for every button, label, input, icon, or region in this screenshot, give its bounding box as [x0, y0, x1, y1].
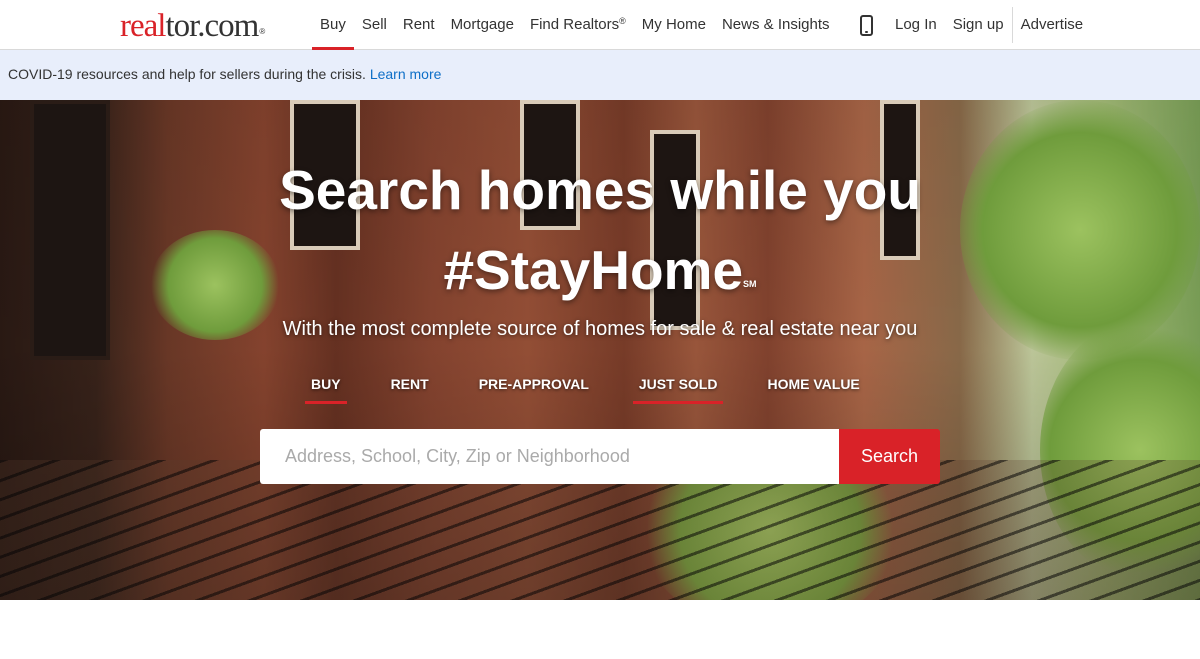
tab-home-value[interactable]: HOME VALUE [753, 376, 873, 404]
search-box: Search [260, 429, 940, 484]
covid-banner: COVID-19 resources and help for sellers … [0, 50, 1200, 100]
registered-mark: ® [619, 16, 626, 26]
top-navigation: realtor.com® Buy Sell Rent Mortgage Find… [0, 0, 1200, 50]
main-nav: Buy Sell Rent Mortgage Find Realtors® My… [312, 0, 838, 50]
login-link[interactable]: Log In [887, 0, 945, 50]
nav-rent-label: Rent [402, 16, 435, 33]
nav-sell[interactable]: Sell [354, 0, 395, 50]
tab-buy[interactable]: BUY [297, 376, 355, 404]
nav-my-home[interactable]: My Home [634, 0, 714, 50]
nav-news-insights-label: News & Insights [721, 16, 830, 33]
logo-part-tor: tor.com [165, 8, 259, 44]
nav-mortgage[interactable]: Mortgage [443, 0, 522, 50]
hero-section: Search homes while you #StayHomeSM With … [0, 100, 1200, 600]
nav-buy[interactable]: Buy [312, 0, 354, 50]
mobile-phone-icon[interactable] [860, 15, 873, 36]
hero-title: Search homes while you #StayHomeSM [0, 150, 1200, 310]
hero-title-line2: #StayHome [443, 239, 744, 301]
search-input[interactable] [260, 429, 840, 484]
nav-rent[interactable]: Rent [395, 0, 443, 50]
learn-more-link[interactable]: Learn more [370, 66, 442, 82]
service-mark: SM [743, 279, 757, 289]
logo-part-real: real [120, 8, 166, 44]
account-links: Log In Sign up Advertise [887, 0, 1091, 50]
realtor-logo[interactable]: realtor.com® [120, 8, 265, 44]
tab-pre-approval[interactable]: PRE-APPROVAL [465, 376, 603, 404]
nav-sell-label: Sell [361, 16, 387, 33]
tab-just-sold[interactable]: JUST SOLD [625, 376, 732, 404]
nav-my-home-label: My Home [641, 16, 706, 33]
nav-buy-label: Buy [320, 16, 346, 33]
signup-link[interactable]: Sign up [945, 0, 1012, 50]
nav-news-insights[interactable]: News & Insights [714, 0, 838, 50]
logo-registered-mark: ® [259, 27, 265, 36]
nav-mortgage-label: Mortgage [450, 16, 514, 33]
search-button[interactable]: Search [839, 429, 940, 484]
advertise-link[interactable]: Advertise [1013, 0, 1092, 50]
hero-title-line1: Search homes while you [279, 159, 921, 221]
nav-find-realtors[interactable]: Find Realtors® [522, 0, 634, 50]
tab-rent[interactable]: RENT [377, 376, 443, 404]
banner-text: COVID-19 resources and help for sellers … [8, 66, 366, 82]
nav-find-realtors-label: Find Realtors [529, 16, 620, 33]
hero-subtitle: With the most complete source of homes f… [282, 318, 918, 340]
search-type-tabs: BUY RENT PRE-APPROVAL JUST SOLD HOME VAL… [297, 376, 896, 404]
